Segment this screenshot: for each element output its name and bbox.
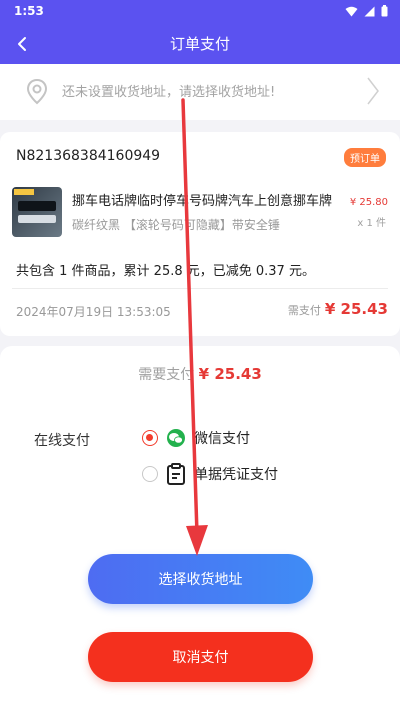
battery-icon bbox=[381, 5, 388, 17]
clipboard-icon bbox=[167, 463, 185, 485]
product-price: ¥ 25.80 bbox=[349, 197, 388, 208]
payment-option-wechat[interactable]: 微信支付 bbox=[142, 428, 250, 448]
need-pay-label: 需支付 bbox=[287, 304, 321, 317]
need-pay-amount: ¥ 25.43 bbox=[324, 300, 388, 318]
order-datetime: 2024年07月19日 13:53:05 bbox=[16, 305, 171, 319]
cancel-payment-button[interactable]: 取消支付 bbox=[88, 632, 313, 682]
payment-total: 需要支付 ¥ 25.43 bbox=[0, 364, 400, 384]
address-selector[interactable]: 还未设置收货地址，请选择收货地址! bbox=[0, 64, 400, 120]
payment-option-label: 微信支付 bbox=[194, 431, 250, 447]
app-header: 1:53 订单支付 bbox=[0, 0, 400, 64]
wechat-icon bbox=[167, 429, 185, 447]
payment-option-label: 单据凭证支付 bbox=[194, 467, 278, 483]
chevron-right-icon bbox=[367, 77, 379, 105]
radio-unselected[interactable] bbox=[142, 466, 158, 482]
product-thumbnail[interactable] bbox=[12, 187, 62, 237]
status-bar: 1:53 bbox=[0, 0, 400, 24]
order-number: N821368384160949 bbox=[16, 148, 161, 164]
order-need-pay: 需支付 ¥ 25.43 bbox=[288, 300, 388, 318]
product-name[interactable]: 挪车电话牌临时停车号码牌汽车上创意挪车牌 bbox=[72, 190, 337, 209]
nav-bar: 订单支付 bbox=[0, 24, 400, 64]
location-pin-icon bbox=[26, 78, 48, 105]
select-address-button[interactable]: 选择收货地址 bbox=[88, 554, 313, 604]
radio-selected[interactable] bbox=[142, 430, 158, 446]
status-icons bbox=[345, 5, 388, 17]
order-summary: 共包含 1 件商品，累计 25.8 元，已减免 0.37 元。 bbox=[16, 264, 315, 279]
page-title: 订单支付 bbox=[169, 35, 230, 53]
status-time: 1:53 bbox=[14, 4, 44, 18]
signal-icon bbox=[364, 6, 375, 16]
payment-total-label: 需要支付 bbox=[138, 367, 195, 383]
address-placeholder: 还未设置收货地址，请选择收货地址! bbox=[62, 85, 276, 100]
divider bbox=[12, 288, 388, 289]
online-payment-label: 在线支付 bbox=[34, 433, 90, 449]
product-quantity: x 1 件 bbox=[357, 218, 386, 229]
payment-option-voucher[interactable]: 单据凭证支付 bbox=[142, 463, 278, 485]
product-spec: 碳纤纹黑 【滚轮号码可隐藏】带安全锤 bbox=[72, 218, 280, 232]
order-card: N821368384160949 预订单 挪车电话牌临时停车号码牌汽车上创意挪车… bbox=[0, 132, 400, 336]
wifi-icon bbox=[345, 6, 358, 16]
preorder-badge: 预订单 bbox=[344, 148, 386, 167]
payment-total-amount: ¥ 25.43 bbox=[198, 365, 262, 383]
